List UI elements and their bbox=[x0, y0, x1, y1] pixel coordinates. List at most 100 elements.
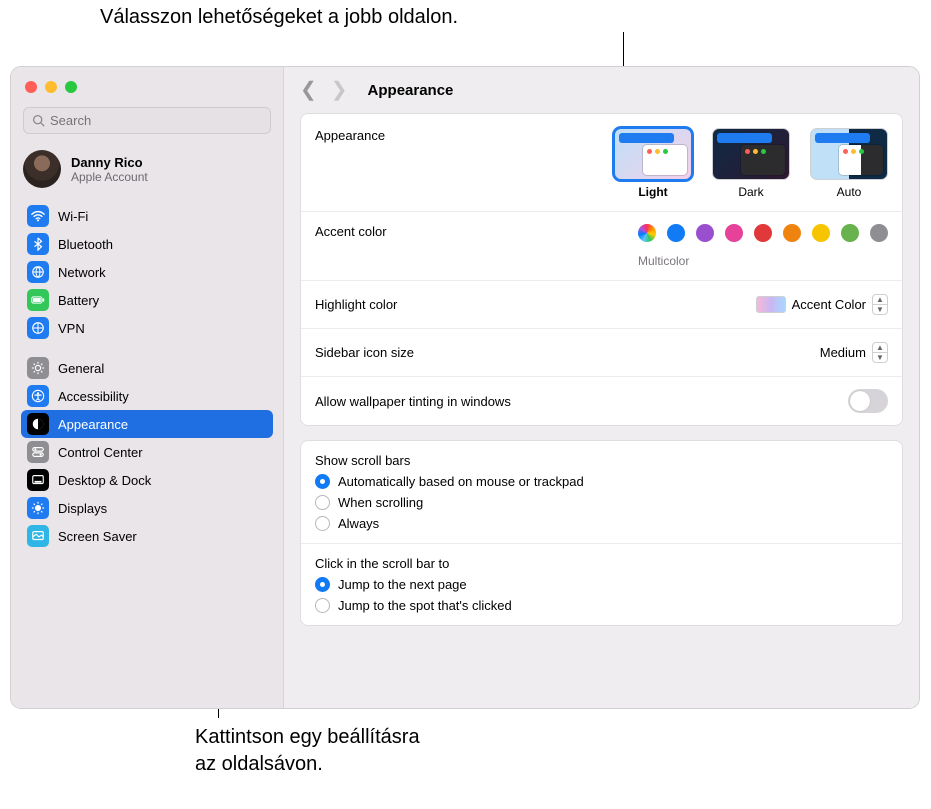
radio-scroll-auto[interactable]: Automatically based on mouse or trackpad bbox=[315, 474, 888, 489]
sidebar-label: Wi-Fi bbox=[58, 209, 88, 224]
radio-label: Jump to the next page bbox=[338, 577, 467, 592]
label-appearance: Appearance bbox=[315, 128, 385, 143]
stepper-icon: ▲▼ bbox=[872, 342, 888, 363]
battery-icon bbox=[27, 289, 49, 311]
search-input[interactable] bbox=[50, 113, 262, 128]
window-controls bbox=[11, 67, 283, 103]
radio-click-spot[interactable]: Jump to the spot that's clicked bbox=[315, 598, 888, 613]
accent-swatches bbox=[638, 224, 888, 242]
sidebar-label: VPN bbox=[58, 321, 85, 336]
radio-icon bbox=[315, 495, 330, 510]
maximize-button[interactable] bbox=[65, 81, 77, 93]
panel-scroll: Show scroll bars Automatically based on … bbox=[300, 440, 903, 626]
back-button[interactable]: ❮ bbox=[300, 80, 317, 100]
theme-label: Light bbox=[638, 185, 667, 199]
topbar: ❮ ❯ Appearance bbox=[284, 67, 919, 113]
accessibility-icon bbox=[27, 385, 49, 407]
swatch-multicolor[interactable] bbox=[638, 224, 656, 242]
search-field[interactable] bbox=[23, 107, 271, 134]
swatch-orange[interactable] bbox=[783, 224, 801, 242]
sidebar-label: Desktop & Dock bbox=[58, 473, 151, 488]
account-name: Danny Rico bbox=[71, 155, 148, 170]
radio-scroll-always[interactable]: Always bbox=[315, 516, 888, 531]
swatch-yellow[interactable] bbox=[812, 224, 830, 242]
sidebar-item-control-center[interactable]: Control Center bbox=[21, 438, 273, 466]
label-scrollbars: Show scroll bars bbox=[315, 453, 888, 468]
row-highlight: Highlight color Accent Color ▲▼ bbox=[301, 280, 902, 328]
avatar bbox=[23, 150, 61, 188]
annotation-bottom: Kattintson egy beállításra az oldalsávon… bbox=[195, 724, 420, 778]
account-row[interactable]: Danny Rico Apple Account bbox=[23, 150, 271, 188]
highlight-swatch-icon bbox=[756, 296, 786, 313]
highlight-select[interactable]: Accent Color ▲▼ bbox=[756, 294, 888, 315]
theme-thumb-light bbox=[614, 128, 692, 180]
network-icon bbox=[27, 261, 49, 283]
annotation-bottom-line2: az oldalsávon. bbox=[195, 753, 323, 775]
wifi-icon bbox=[27, 205, 49, 227]
sidebar-section-system: General Accessibility Appearance Control… bbox=[11, 348, 283, 556]
sidebar: Danny Rico Apple Account Wi-Fi Bluetooth bbox=[11, 67, 284, 708]
swatch-green[interactable] bbox=[841, 224, 859, 242]
row-click-scroll: Click in the scroll bar to Jump to the n… bbox=[301, 543, 902, 625]
sidebar-label: General bbox=[58, 361, 104, 376]
sidebar-label: Screen Saver bbox=[58, 529, 137, 544]
gear-icon bbox=[27, 357, 49, 379]
desktop-dock-icon bbox=[27, 469, 49, 491]
minimize-button[interactable] bbox=[45, 81, 57, 93]
close-button[interactable] bbox=[25, 81, 37, 93]
swatch-red[interactable] bbox=[754, 224, 772, 242]
radio-label: Automatically based on mouse or trackpad bbox=[338, 474, 584, 489]
theme-label: Auto bbox=[837, 185, 862, 199]
radio-click-next[interactable]: Jump to the next page bbox=[315, 577, 888, 592]
sidebar-item-wifi[interactable]: Wi-Fi bbox=[21, 202, 273, 230]
theme-light[interactable]: Light bbox=[614, 128, 692, 199]
swatch-blue[interactable] bbox=[667, 224, 685, 242]
radio-label: Jump to the spot that's clicked bbox=[338, 598, 512, 613]
page-title: Appearance bbox=[368, 82, 454, 99]
row-appearance: Appearance Light Dark bbox=[301, 114, 902, 211]
radio-icon bbox=[315, 598, 330, 613]
theme-label: Dark bbox=[738, 185, 763, 199]
radio-icon bbox=[315, 516, 330, 531]
sidebar-section-connectivity: Wi-Fi Bluetooth Network Battery bbox=[11, 196, 283, 348]
label-wallpaper: Allow wallpaper tinting in windows bbox=[315, 394, 511, 409]
sidebar-label: Displays bbox=[58, 501, 107, 516]
sidebar-item-desktop-dock[interactable]: Desktop & Dock bbox=[21, 466, 273, 494]
radio-label: Always bbox=[338, 516, 379, 531]
theme-group: Light Dark Auto bbox=[614, 128, 888, 199]
swatch-pink[interactable] bbox=[725, 224, 743, 242]
search-icon bbox=[32, 114, 45, 127]
sidebar-item-displays[interactable]: Displays bbox=[21, 494, 273, 522]
theme-auto[interactable]: Auto bbox=[810, 128, 888, 199]
panel-appearance: Appearance Light Dark bbox=[300, 113, 903, 426]
sidebar-label: Battery bbox=[58, 293, 99, 308]
label-accent: Accent color bbox=[315, 224, 387, 239]
row-sidebar-icon-size: Sidebar icon size Medium ▲▼ bbox=[301, 328, 902, 376]
sidebar-label: Bluetooth bbox=[58, 237, 113, 252]
accent-sub: Multicolor bbox=[638, 254, 689, 268]
sidebar-item-screen-saver[interactable]: Screen Saver bbox=[21, 522, 273, 550]
sidebar-item-battery[interactable]: Battery bbox=[21, 286, 273, 314]
sidebar-icon-value: Medium bbox=[820, 345, 866, 360]
wallpaper-toggle[interactable] bbox=[848, 389, 888, 413]
sidebar-item-accessibility[interactable]: Accessibility bbox=[21, 382, 273, 410]
swatch-graphite[interactable] bbox=[870, 224, 888, 242]
sidebar-item-network[interactable]: Network bbox=[21, 258, 273, 286]
radio-label: When scrolling bbox=[338, 495, 423, 510]
forward-button[interactable]: ❯ bbox=[331, 80, 348, 100]
scrollbars-radio-group: Automatically based on mouse or trackpad… bbox=[315, 474, 888, 531]
sidebar-item-bluetooth[interactable]: Bluetooth bbox=[21, 230, 273, 258]
displays-icon bbox=[27, 497, 49, 519]
sidebar-icon-select[interactable]: Medium ▲▼ bbox=[820, 342, 888, 363]
radio-icon bbox=[315, 577, 330, 592]
theme-thumb-auto bbox=[810, 128, 888, 180]
sidebar-item-general[interactable]: General bbox=[21, 354, 273, 382]
theme-dark[interactable]: Dark bbox=[712, 128, 790, 199]
radio-scroll-when[interactable]: When scrolling bbox=[315, 495, 888, 510]
appearance-icon bbox=[27, 413, 49, 435]
sidebar-item-appearance[interactable]: Appearance bbox=[21, 410, 273, 438]
swatch-purple[interactable] bbox=[696, 224, 714, 242]
radio-icon bbox=[315, 474, 330, 489]
sidebar-label: Network bbox=[58, 265, 106, 280]
sidebar-item-vpn[interactable]: VPN bbox=[21, 314, 273, 342]
